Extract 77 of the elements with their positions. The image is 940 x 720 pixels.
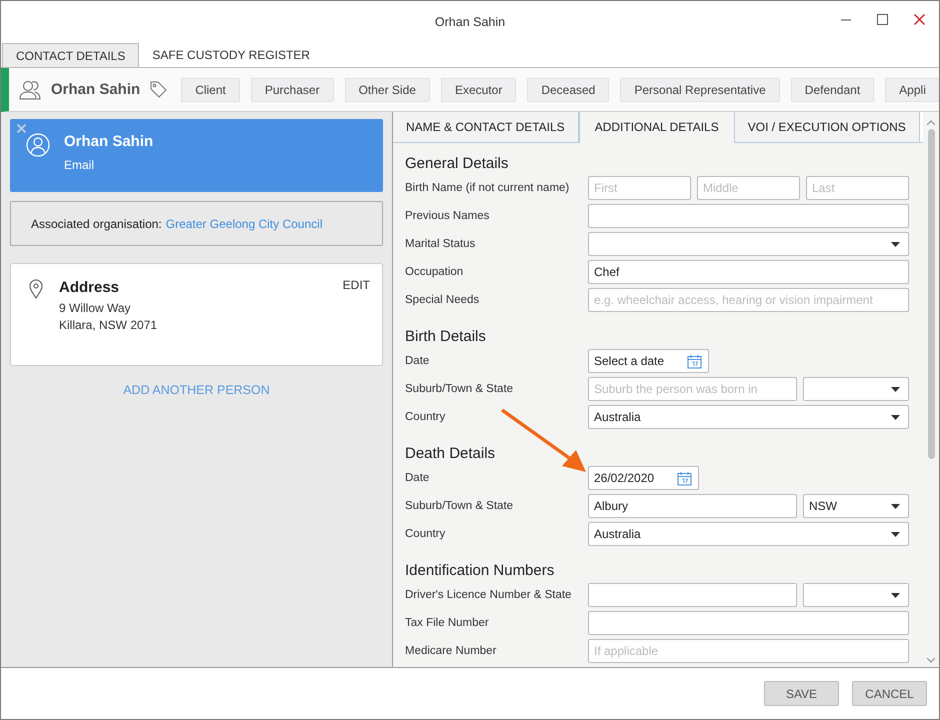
calendar-icon[interactable] — [677, 470, 692, 486]
input-field[interactable] — [588, 583, 797, 607]
role-tag-button[interactable]: Deceased — [527, 78, 610, 102]
section-title: General Details — [405, 155, 510, 172]
role-tag-button[interactable]: Executor — [440, 78, 516, 102]
caret-icon — [891, 592, 900, 598]
section-title: Birth Details — [405, 328, 487, 345]
section-title: Identification Numbers — [405, 562, 556, 579]
dropdown[interactable] — [803, 583, 909, 607]
dropdown[interactable] — [803, 377, 909, 401]
tag-icon[interactable] — [150, 81, 168, 98]
caret-icon — [891, 242, 900, 246]
person-name: Orhan Sahin — [64, 133, 154, 150]
caret-icon — [891, 504, 900, 508]
input-field[interactable] — [588, 611, 909, 635]
input-field[interactable]: Suburb the person was born in — [588, 377, 797, 401]
role-tag-button[interactable]: Defendant — [790, 78, 874, 102]
role-tag-button[interactable]: Other Side — [344, 78, 430, 102]
contact-name: Orhan Sahin — [51, 81, 140, 98]
role-tag-button[interactable]: Appli — [885, 78, 939, 102]
input-field[interactable]: If applicable — [588, 639, 909, 663]
person-icon — [26, 133, 50, 157]
dropdown[interactable]: NSW — [803, 494, 909, 518]
tab[interactable]: NAME & CONTACT DETAILS — [393, 112, 579, 142]
field-label: Suburb/Town & State — [405, 500, 514, 512]
tab[interactable]: SAFE CUSTODY REGISTER — [139, 43, 323, 67]
close-icon[interactable] — [914, 14, 925, 25]
input-field[interactable]: First — [588, 176, 691, 200]
dropdown[interactable] — [588, 232, 909, 256]
field-label: Marital Status — [405, 238, 476, 250]
dropdown[interactable]: Australia — [588, 522, 909, 546]
caret-icon — [891, 414, 900, 420]
edit-link[interactable]: EDIT — [342, 278, 370, 292]
field-label: Country — [405, 411, 446, 423]
field-label: Tax File Number — [405, 617, 490, 629]
input-field[interactable] — [588, 204, 909, 228]
tab[interactable]: VOI / EXECUTION OPTIONS — [734, 112, 920, 142]
calendar-icon[interactable] — [687, 354, 702, 368]
cancel-button[interactable]: CANCEL — [852, 681, 927, 706]
caret-icon — [891, 532, 900, 536]
people-icon — [19, 80, 41, 100]
field-label: Medicare Number — [405, 645, 498, 657]
save-button[interactable]: SAVE — [764, 681, 839, 706]
field-label: Special Needs — [405, 294, 480, 306]
input-field[interactable]: Middle — [697, 176, 800, 200]
field-label: Occupation — [405, 266, 464, 278]
address-line: 9 Willow Way — [59, 301, 132, 315]
maximize-icon[interactable] — [877, 14, 888, 25]
role-tag-button[interactable]: Purchaser — [250, 78, 334, 102]
dropdown[interactable]: Australia — [588, 405, 909, 429]
field-label: Country — [405, 528, 446, 540]
organisation-label: Associated organisation: — [31, 216, 162, 230]
field-label: Birth Name (if not current name) — [405, 182, 570, 194]
field-label: Date — [405, 472, 430, 484]
date-field[interactable]: Select a date — [588, 349, 710, 373]
location-pin-icon — [29, 279, 43, 299]
section-title: Death Details — [405, 445, 496, 462]
field-label: Date — [405, 355, 430, 367]
input-field[interactable]: e.g. wheelchair access, hearing or vision impairment — [588, 288, 909, 312]
field-label: Suburb/Town & State — [405, 383, 514, 395]
input-field[interactable]: Chef — [588, 260, 909, 284]
field-label: Driver's Licence Number & State — [405, 589, 572, 601]
role-tag-button[interactable]: Client — [181, 78, 240, 102]
role-tag-button[interactable]: Personal Representative — [620, 78, 780, 102]
tab[interactable]: CONTACT DETAILS — [2, 43, 140, 67]
address-title: Address — [59, 279, 120, 296]
scroll-up-icon[interactable] — [927, 120, 935, 125]
field-label: Previous Names — [405, 210, 490, 222]
tab[interactable]: ADDITIONAL DETAILS — [578, 112, 735, 143]
input-field[interactable]: Albury — [588, 494, 797, 518]
person-subtitle: Email — [64, 158, 96, 172]
window-title: Orhan Sahin — [434, 15, 506, 29]
date-field[interactable]: 26/02/2020 — [588, 466, 700, 490]
address-line: Killara, NSW 2071 — [59, 318, 158, 332]
caret-icon — [891, 386, 900, 392]
input-field[interactable]: Last — [806, 176, 909, 200]
scroll-down-icon[interactable] — [927, 658, 935, 663]
